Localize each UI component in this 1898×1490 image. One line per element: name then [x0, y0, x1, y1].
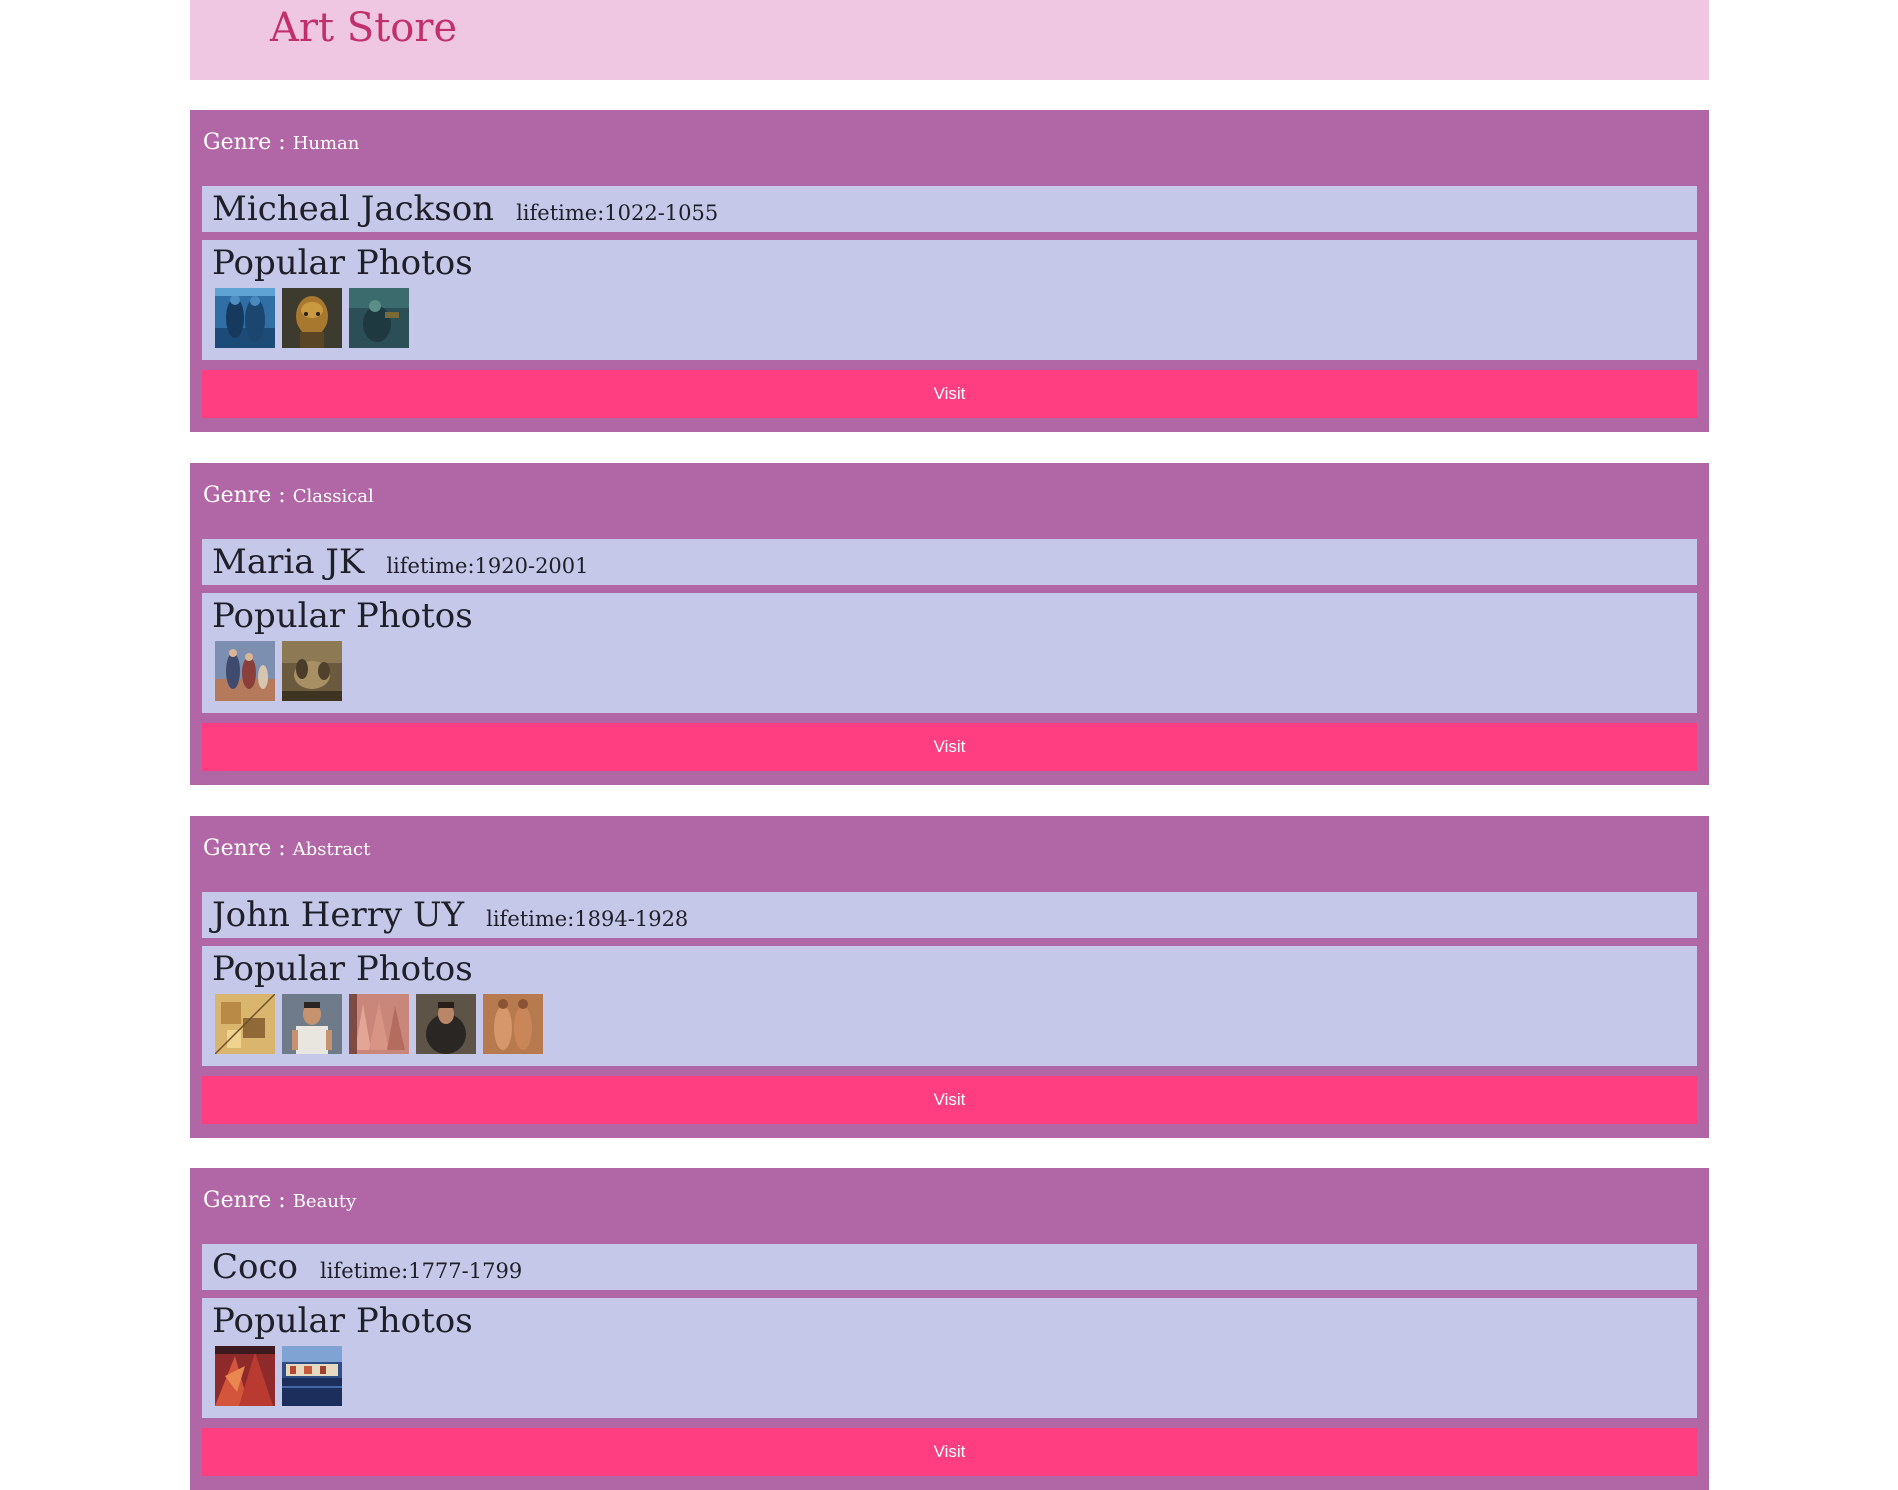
popular-photos-title: Popular Photos [212, 596, 473, 636]
artist-info-bar: Maria JK lifetime:1920-2001 [202, 539, 1697, 585]
genre-line: Genre : Abstract [203, 836, 370, 861]
artist-card: Genre : Abstract John Herry UY lifetime:1… [190, 816, 1709, 1138]
genre-value: Human [292, 133, 360, 154]
photo-thumbnail[interactable] [215, 994, 275, 1054]
genre-label: Genre : [203, 1188, 293, 1213]
artist-info-bar: Coco lifetime:1777-1799 [202, 1244, 1697, 1290]
artist-info-bar: Micheal Jackson lifetime:1022-1055 [202, 186, 1697, 232]
artist-name: Micheal Jackson [212, 189, 495, 229]
genre-label: Genre : [203, 483, 293, 508]
photo-thumbnail[interactable] [416, 994, 476, 1054]
popular-photos-panel: Popular Photos [202, 240, 1697, 360]
popular-photos-panel: Popular Photos [202, 593, 1697, 713]
artist-card: Genre : Classical Maria JK lifetime:1920-… [190, 463, 1709, 785]
photo-thumbnail[interactable] [282, 641, 342, 701]
genre-value: Abstract [292, 839, 371, 860]
photo-thumbnails [215, 994, 543, 1054]
photo-thumbnail[interactable] [215, 1346, 275, 1406]
popular-photos-title: Popular Photos [212, 949, 473, 989]
photo-thumbnail[interactable] [349, 994, 409, 1054]
genre-line: Genre : Human [203, 130, 359, 155]
genre-label: Genre : [203, 836, 293, 861]
artist-info-bar: John Herry UY lifetime:1894-1928 [202, 892, 1697, 938]
photo-thumbnail[interactable] [483, 994, 543, 1054]
artist-name: Coco [212, 1247, 298, 1287]
photo-thumbnails [215, 641, 342, 701]
photo-thumbnail[interactable] [215, 288, 275, 348]
genre-line: Genre : Beauty [203, 1188, 356, 1213]
page: Art Store Genre : Human Micheal Jackson l… [190, 0, 1709, 1490]
popular-photos-panel: Popular Photos [202, 1298, 1697, 1418]
genre-value: Classical [292, 486, 374, 507]
visit-button[interactable]: Visit [202, 1428, 1697, 1476]
artist-lifetime: lifetime:1894-1928 [486, 907, 689, 931]
genre-value: Beauty [292, 1191, 357, 1212]
genre-label: Genre : [203, 130, 293, 155]
photo-thumbnail[interactable] [215, 641, 275, 701]
artist-lifetime: lifetime:1022-1055 [516, 201, 719, 225]
genre-line: Genre : Classical [203, 483, 374, 508]
photo-thumbnails [215, 1346, 342, 1406]
artist-name: Maria JK [212, 542, 365, 582]
popular-photos-panel: Popular Photos [202, 946, 1697, 1066]
photo-thumbnail[interactable] [282, 1346, 342, 1406]
artist-lifetime: lifetime:1777-1799 [320, 1259, 523, 1283]
photo-thumbnails [215, 288, 409, 348]
popular-photos-title: Popular Photos [212, 243, 473, 283]
popular-photos-title: Popular Photos [212, 1301, 473, 1341]
visit-button[interactable]: Visit [202, 723, 1697, 771]
photo-thumbnail[interactable] [282, 994, 342, 1054]
artist-name: John Herry UY [212, 895, 465, 935]
photo-thumbnail[interactable] [349, 288, 409, 348]
artist-lifetime: lifetime:1920-2001 [386, 554, 589, 578]
store-header: Art Store [190, 0, 1709, 80]
visit-button[interactable]: Visit [202, 1076, 1697, 1124]
artist-card: Genre : Beauty Coco lifetime:1777-1799 Po… [190, 1168, 1709, 1490]
visit-button[interactable]: Visit [202, 370, 1697, 418]
store-title: Art Store [270, 5, 458, 51]
photo-thumbnail[interactable] [282, 288, 342, 348]
artist-card: Genre : Human Micheal Jackson lifetime:10… [190, 110, 1709, 432]
